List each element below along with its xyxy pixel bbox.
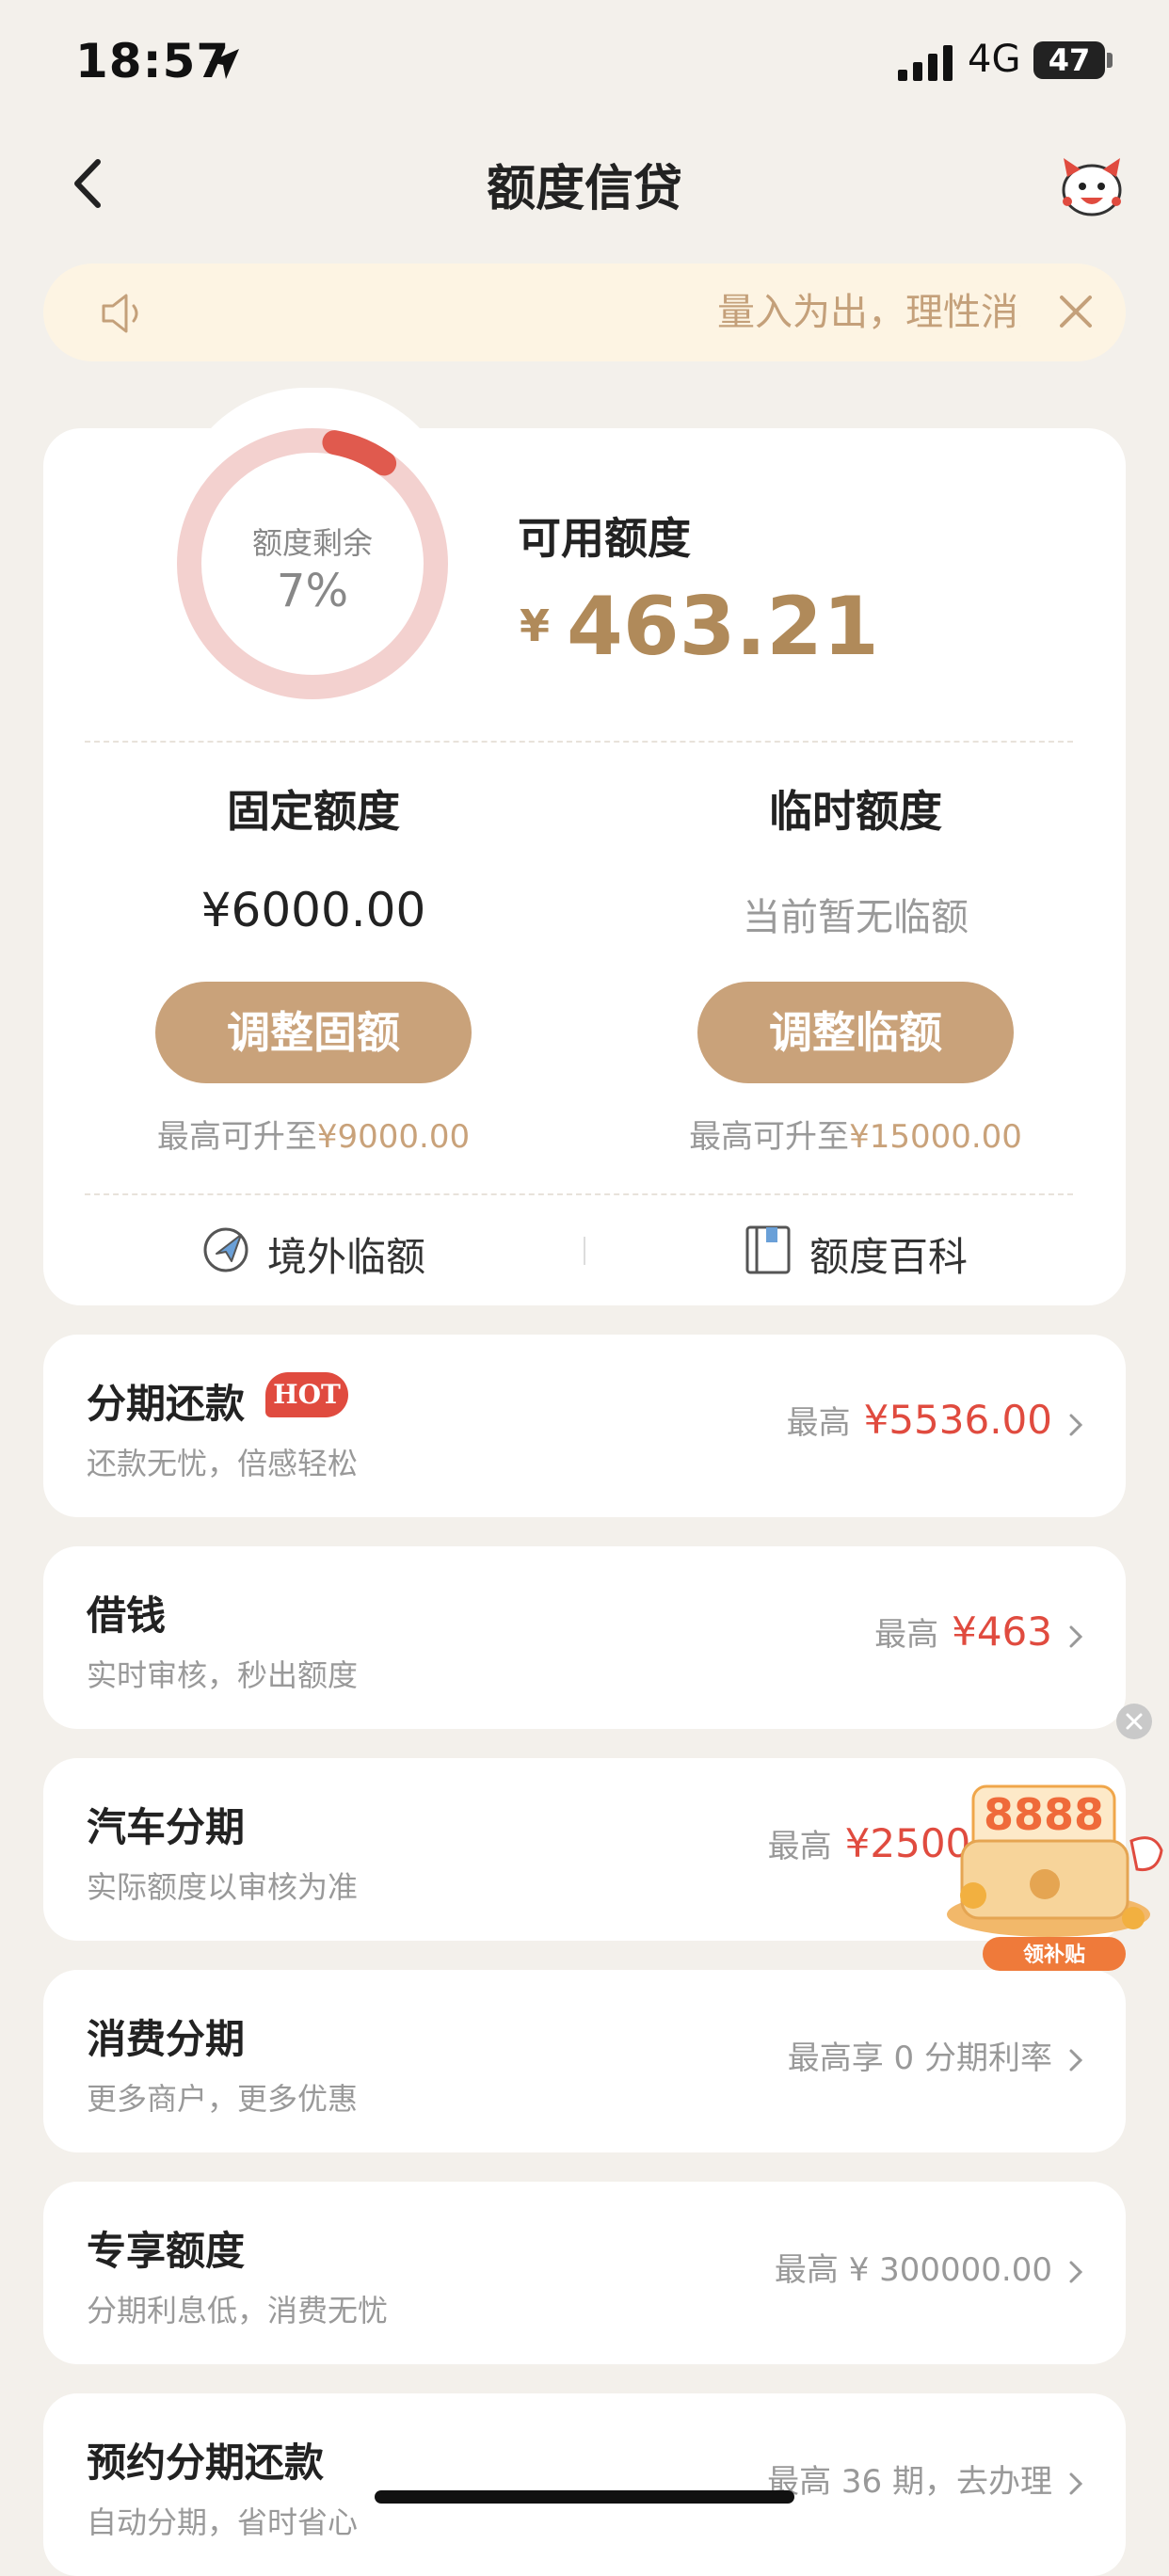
adjust-temporary-button[interactable]: 调整临额 xyxy=(697,982,1014,1083)
signal-icon xyxy=(898,45,953,81)
divider xyxy=(85,1193,1073,1195)
item-right-text: 最高 36 期，去办理 xyxy=(767,2456,1052,2502)
item-title: 专享额度 xyxy=(87,2228,246,2274)
available-label: 可用额度 xyxy=(518,513,691,564)
status-bar: 18:57 4G 47 xyxy=(0,0,1169,132)
item-subtitle: 更多商户，更多优惠 xyxy=(87,2081,359,2117)
close-icon[interactable] xyxy=(1052,288,1099,335)
close-promo-icon[interactable] xyxy=(1114,1702,1154,1741)
chevron-right-icon xyxy=(1069,1625,1083,1648)
list-item-consumer-installment[interactable]: 消费分期 更多商户，更多优惠 最高享 0 分期利率 xyxy=(43,1970,1126,2152)
remaining-ring-arc xyxy=(322,430,397,476)
item-title: 消费分期 xyxy=(87,2016,246,2062)
location-arrow-icon xyxy=(209,49,239,79)
overseas-limit-link[interactable]: 境外临额 xyxy=(267,1225,425,1283)
item-title: 预约分期还款 xyxy=(87,2440,325,2486)
battery-nub xyxy=(1107,53,1113,68)
temporary-upto-prefix: 最高可升至 xyxy=(689,1118,850,1156)
link-separator xyxy=(584,1237,585,1265)
temporary-limit-title: 临时额度 xyxy=(769,786,942,837)
item-right-text: 最高享 0 分期利率 xyxy=(788,2032,1052,2078)
chevron-right-icon xyxy=(1069,2261,1083,2283)
fixed-upto-prefix: 最高可升至 xyxy=(156,1118,317,1156)
page-title: 额度信贷 xyxy=(486,161,682,217)
promo-number: 8888 xyxy=(984,1789,1104,1840)
item-amount: ¥463 xyxy=(952,1608,1052,1655)
ring-percent: 7% xyxy=(276,565,349,617)
ring-label: 额度剩余 xyxy=(251,525,373,561)
item-amount: ¥5536.00 xyxy=(863,1397,1052,1443)
item-right-text: 最高 ¥463 xyxy=(874,1608,1052,1655)
item-prefix: 最高 36 期，去办理 xyxy=(767,2463,1052,2501)
item-title: 借钱 xyxy=(87,1592,167,1639)
notice-bar[interactable]: 量入为出，理性消费 xyxy=(43,264,1126,361)
item-right-text: 最高 ¥ 300000.00 xyxy=(775,2244,1052,2290)
item-prefix: 最高 xyxy=(874,1616,939,1654)
item-prefix: 最高 xyxy=(767,1828,832,1865)
temporary-limit-value: 当前暂无临额 xyxy=(743,896,969,939)
item-right-text: 最高 ¥5536.00 xyxy=(787,1397,1052,1443)
fixed-limit-title: 固定额度 xyxy=(227,786,400,837)
promo-coin xyxy=(1122,1907,1145,1929)
fixed-limit-value: ¥6000.00 xyxy=(200,883,426,937)
item-prefix: 最高 xyxy=(786,1404,851,1442)
home-indicator xyxy=(375,2490,794,2504)
temporary-upto-amount: ¥15000.00 xyxy=(849,1118,1022,1156)
adjust-fixed-button[interactable]: 调整固额 xyxy=(155,982,472,1083)
item-subtitle: 实际额度以审核为准 xyxy=(87,1869,359,1905)
item-subtitle: 分期利息低，消费无忧 xyxy=(87,2293,389,2328)
remaining-ring xyxy=(177,428,448,699)
item-prefix: 最高 ¥ 300000.00 xyxy=(774,2251,1052,2289)
notice-text: 量入为出，理性消费 xyxy=(717,291,1020,334)
hot-badge: HOT xyxy=(265,1372,348,1417)
item-subtitle: 还款无忧，倍感轻松 xyxy=(87,1446,359,1481)
available-amount: 463.21 xyxy=(567,580,879,674)
promo-coin xyxy=(960,1882,986,1909)
promo-coin xyxy=(1030,1869,1060,1899)
list-item-exclusive-limit[interactable]: 专享额度 分期利息低，消费无忧 最高 ¥ 300000.00 xyxy=(43,2182,1126,2364)
item-title: 分期还款 xyxy=(87,1381,246,1427)
chevron-right-icon xyxy=(1069,1414,1083,1436)
item-subtitle: 实时审核，秒出额度 xyxy=(87,1657,359,1693)
temporary-upto: 最高可升至¥15000.00 xyxy=(592,1111,1119,1157)
item-prefix: 最高享 0 分期利率 xyxy=(787,2040,1052,2077)
available-currency: ¥ xyxy=(520,600,551,651)
plane-globe-icon[interactable] xyxy=(200,1224,252,1276)
divider xyxy=(85,741,1073,743)
fixed-upto: 最高可升至¥9000.00 xyxy=(50,1111,577,1157)
chevron-right-icon xyxy=(1069,2472,1083,2495)
limit-wiki-link[interactable]: 额度百科 xyxy=(809,1225,968,1283)
promo-button-label: 领补贴 xyxy=(1023,1943,1085,1967)
chevron-right-icon xyxy=(1069,2049,1083,2072)
promo-mascot xyxy=(1129,1836,1163,1872)
item-subtitle: 自动分期，省时省心 xyxy=(87,2504,359,2540)
list-item-scheduled-installment[interactable]: 预约分期还款 自动分期，省时省心 最高 36 期，去办理 xyxy=(43,2393,1126,2576)
item-title: 汽车分期 xyxy=(87,1804,246,1850)
back-chevron-icon[interactable] xyxy=(56,151,122,216)
list-item-installment-repay[interactable]: 分期还款 HOT 还款无忧，倍感轻松 最高 ¥5536.00 xyxy=(43,1335,1126,1517)
battery-icon: 47 xyxy=(1033,41,1105,79)
fixed-upto-amount: ¥9000.00 xyxy=(316,1118,471,1156)
book-icon[interactable] xyxy=(742,1224,794,1276)
speaker-icon xyxy=(102,294,138,333)
mascot-service-icon[interactable] xyxy=(1054,149,1129,224)
network-type: 4G xyxy=(968,38,1021,81)
